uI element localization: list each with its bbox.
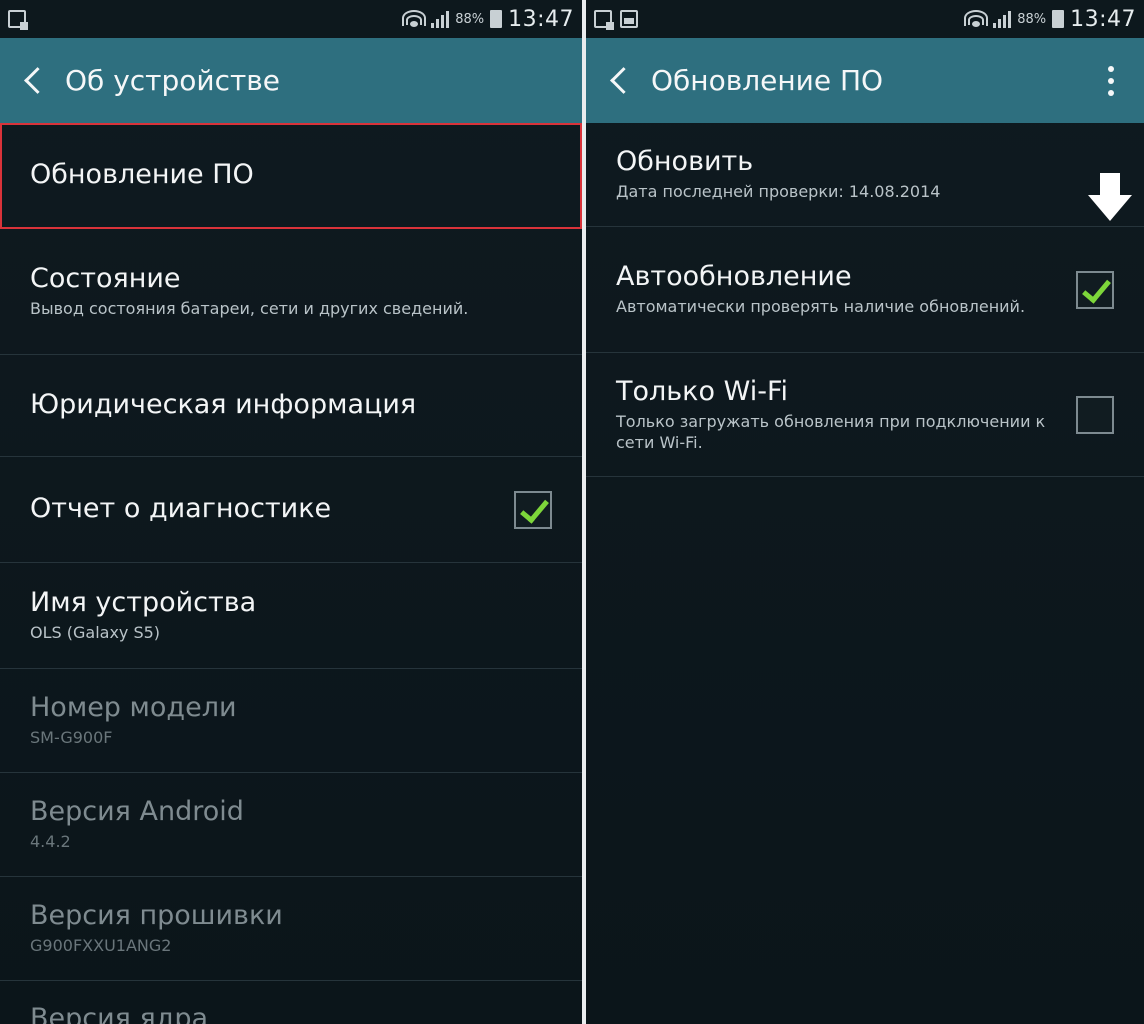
- clock: 13:47: [508, 6, 574, 32]
- battery-percent: 88%: [455, 11, 485, 27]
- signal-icon: [993, 10, 1012, 28]
- page-title: Об устройстве: [65, 64, 281, 97]
- item-title: Имя устройства: [30, 586, 257, 618]
- gallery-icon: [620, 10, 638, 28]
- list-item-auto-update[interactable]: Автообновление Автоматически проверять н…: [586, 227, 1144, 353]
- item-title: Только Wi-Fi: [616, 375, 789, 407]
- list-item-status[interactable]: Состояние Вывод состояния батареи, сети …: [0, 229, 582, 355]
- clock: 13:47: [1070, 6, 1136, 32]
- list-item-model-number: Номер модели SM-G900F: [0, 669, 582, 773]
- battery-icon: [490, 10, 503, 28]
- list-item-wifi-only[interactable]: Только Wi-Fi Только загружать обновления…: [586, 353, 1144, 477]
- dual-screenshot: 88% 13:47 Об устройстве Обновление ПО Со…: [0, 0, 1144, 1024]
- list-item-software-update[interactable]: Обновление ПО: [0, 123, 582, 229]
- status-bar: 88% 13:47: [586, 0, 1144, 38]
- list-item-legal[interactable]: Юридическая информация: [0, 355, 582, 457]
- list-item-android-version: Версия Android 4.4.2: [0, 773, 582, 877]
- update-settings-list: Обновить Дата последней проверки: 14.08.…: [586, 123, 1144, 477]
- item-subtitle: Только загружать обновления при подключе…: [616, 411, 1046, 452]
- battery-percent: 88%: [1017, 11, 1047, 27]
- item-title: Автообновление: [616, 260, 852, 292]
- item-subtitle: Автоматически проверять наличие обновлен…: [616, 297, 1026, 317]
- item-title: Отчет о диагностике: [30, 493, 332, 525]
- app-bar: Обновление ПО: [586, 38, 1144, 123]
- auto-update-checkbox[interactable]: [1076, 270, 1114, 309]
- item-subtitle: G900FXXU1ANG2: [30, 936, 172, 956]
- diagnostics-checkbox[interactable]: [514, 490, 552, 529]
- signal-icon: [431, 10, 450, 28]
- item-subtitle: Вывод состояния батареи, сети и других с…: [30, 299, 469, 319]
- item-title: Состояние: [30, 262, 181, 294]
- settings-list: Обновление ПО Состояние Вывод состояния …: [0, 123, 582, 1024]
- software-update-screen: 88% 13:47 Обновление ПО Обновить Дата по…: [586, 0, 1144, 1024]
- item-title: Юридическая информация: [30, 389, 417, 421]
- wifi-icon: [402, 10, 427, 28]
- list-item-diagnostics[interactable]: Отчет о диагностике: [0, 457, 582, 563]
- more-options-icon[interactable]: [1108, 65, 1114, 96]
- list-item-update-now[interactable]: Обновить Дата последней проверки: 14.08.…: [586, 123, 1144, 227]
- list-item-kernel-version: Версия ядра: [0, 981, 582, 1024]
- item-title: Версия ядра: [30, 1003, 209, 1024]
- item-title: Обновить: [616, 145, 754, 177]
- notification-icon: [8, 10, 28, 30]
- status-bar: 88% 13:47: [0, 0, 582, 38]
- battery-icon: [1052, 10, 1065, 28]
- list-item-baseband-version: Версия прошивки G900FXXU1ANG2: [0, 877, 582, 981]
- page-title: Обновление ПО: [651, 64, 884, 97]
- back-icon[interactable]: [24, 67, 51, 94]
- back-icon[interactable]: [610, 67, 637, 94]
- app-bar: Об устройстве: [0, 38, 582, 123]
- item-subtitle: 4.4.2: [30, 832, 71, 852]
- item-title: Номер модели: [30, 691, 237, 723]
- item-subtitle: OLS (Galaxy S5): [30, 623, 161, 643]
- down-arrow-icon: [1088, 173, 1132, 223]
- wifi-only-checkbox[interactable]: [1076, 395, 1114, 434]
- item-subtitle: Дата последней проверки: 14.08.2014: [616, 182, 941, 202]
- item-subtitle: SM-G900F: [30, 728, 113, 748]
- wifi-icon: [964, 10, 989, 28]
- notification-icon: [594, 10, 614, 30]
- item-title: Версия прошивки: [30, 899, 283, 931]
- item-title: Версия Android: [30, 795, 244, 827]
- list-item-device-name[interactable]: Имя устройства OLS (Galaxy S5): [0, 563, 582, 669]
- item-title: Обновление ПО: [30, 159, 254, 191]
- about-device-screen: 88% 13:47 Об устройстве Обновление ПО Со…: [0, 0, 582, 1024]
